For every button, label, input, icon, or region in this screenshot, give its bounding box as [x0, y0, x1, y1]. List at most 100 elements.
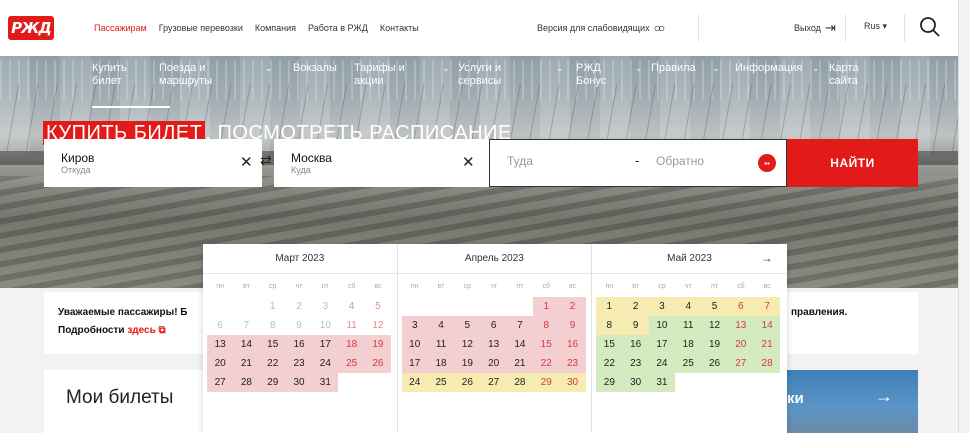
main-nav-tariffs[interactable]: Тарифы и акции ⌄ — [354, 62, 458, 88]
main-nav-bonus[interactable]: РЖД Бонус ⌄ — [576, 62, 651, 88]
calendar-day[interactable]: 13 — [480, 335, 507, 354]
calendar-day[interactable]: 20 — [207, 354, 234, 373]
main-nav-sitemap[interactable]: Карта сайта — [829, 62, 869, 88]
calendar-day[interactable]: 13 — [207, 335, 234, 354]
calendar-day[interactable]: 2 — [559, 297, 586, 316]
top-nav-company[interactable]: Компания — [255, 23, 296, 33]
calendar-day[interactable]: 10 — [401, 335, 428, 354]
to-field[interactable]: Москва Куда ✕ — [274, 139, 489, 187]
calendar-day[interactable]: 9 — [559, 316, 586, 335]
calendar-day[interactable]: 25 — [338, 354, 365, 373]
calendar-day[interactable]: 15 — [596, 335, 623, 354]
departure-date-input[interactable]: Туда — [507, 154, 533, 168]
calendar-day[interactable]: 18 — [427, 354, 455, 373]
calendar-day[interactable]: 19 — [701, 335, 728, 354]
exit-link[interactable]: Выход ⇥ — [794, 20, 836, 36]
calendar-day[interactable]: 30 — [559, 373, 586, 392]
calendar-day[interactable]: 30 — [285, 373, 313, 392]
calendar-day[interactable]: 12 — [701, 316, 728, 335]
from-field[interactable]: Киров Откуда ✕ — [44, 139, 262, 187]
calendar-day[interactable]: 14 — [506, 335, 534, 354]
calendar-day[interactable]: 28 — [233, 373, 260, 392]
calendar-day[interactable]: 26 — [364, 354, 392, 373]
main-nav-stations[interactable]: Вокзалы — [293, 62, 354, 88]
promo-card[interactable]: ки → — [787, 370, 918, 433]
calendar-day[interactable]: 7 — [753, 297, 781, 316]
calendar-day[interactable]: 18 — [338, 335, 365, 354]
calendar-day[interactable]: 30 — [622, 373, 649, 392]
calendar-day[interactable]: 22 — [533, 354, 560, 373]
calendar-day[interactable]: 26 — [701, 354, 728, 373]
calendar-day[interactable]: 20 — [727, 335, 754, 354]
main-nav-info[interactable]: Информация ⌄ — [735, 62, 829, 88]
rzd-logo[interactable]: РЖД — [8, 16, 54, 40]
calendar-day[interactable]: 25 — [427, 373, 455, 392]
calendar-day[interactable]: 15 — [259, 335, 286, 354]
find-button[interactable]: НАЙТИ — [787, 139, 918, 187]
my-tickets-card[interactable]: Мои билеты — [44, 370, 204, 433]
calendar-day[interactable]: 21 — [233, 354, 260, 373]
top-nav-cargo[interactable]: Грузовые перевозки — [159, 23, 243, 33]
calendar-day[interactable]: 3 — [648, 297, 676, 316]
language-select[interactable]: Rus ▾ — [864, 21, 887, 32]
scrollbar-strip[interactable] — [958, 0, 970, 433]
dates-field[interactable]: Туда - Обратно ▪▪ — [489, 139, 787, 187]
calendar-day[interactable]: 17 — [648, 335, 676, 354]
calendar-day[interactable]: 1 — [596, 297, 623, 316]
calendar-day[interactable]: 20 — [480, 354, 507, 373]
main-nav-buy-ticket[interactable]: Купить билет — [80, 62, 159, 88]
calendar-day[interactable]: 16 — [622, 335, 649, 354]
calendar-day[interactable]: 31 — [648, 373, 676, 392]
next-month-icon[interactable]: → — [761, 251, 773, 265]
calendar-day[interactable]: 28 — [506, 373, 534, 392]
calendar-day[interactable]: 19 — [454, 354, 481, 373]
top-nav-passengers[interactable]: Пассажирам — [94, 23, 147, 33]
calendar-day[interactable]: 24 — [648, 354, 676, 373]
calendar-day[interactable]: 24 — [401, 373, 428, 392]
clear-from-icon[interactable]: ✕ — [240, 153, 253, 171]
calendar-day[interactable]: 10 — [648, 316, 676, 335]
main-nav-rules[interactable]: Правила ⌄ — [651, 62, 735, 88]
calendar-day[interactable]: 8 — [596, 316, 623, 335]
calendar-day[interactable]: 23 — [285, 354, 313, 373]
search-icon[interactable] — [919, 16, 941, 38]
calendar-day[interactable]: 6 — [727, 297, 754, 316]
calendar-day[interactable]: 19 — [364, 335, 392, 354]
calendar-day[interactable]: 2 — [622, 297, 649, 316]
calendar-day[interactable]: 25 — [675, 354, 702, 373]
calendar-day[interactable]: 14 — [753, 316, 781, 335]
calendar-day[interactable]: 9 — [622, 316, 649, 335]
calendar-day[interactable]: 23 — [622, 354, 649, 373]
calendar-day[interactable]: 16 — [559, 335, 586, 354]
calendar-day[interactable]: 5 — [701, 297, 728, 316]
main-nav-trains[interactable]: Поезда и маршруты ⌄ — [159, 62, 293, 88]
calendar-day[interactable]: 4 — [675, 297, 702, 316]
calendar-day[interactable]: 6 — [480, 316, 507, 335]
accessibility-link[interactable]: Версия для слабовидящих ○○ — [537, 21, 665, 35]
calendar-day[interactable]: 7 — [506, 316, 534, 335]
calendar-day[interactable]: 14 — [233, 335, 260, 354]
calendar-day[interactable]: 29 — [533, 373, 560, 392]
calendar-day[interactable]: 15 — [533, 335, 560, 354]
calendar-day[interactable]: 1 — [533, 297, 560, 316]
calendar-day[interactable]: 22 — [259, 354, 286, 373]
calendar-day[interactable]: 27 — [207, 373, 234, 392]
calendar-day[interactable]: 3 — [401, 316, 428, 335]
calendar-day[interactable]: 29 — [259, 373, 286, 392]
calendar-day[interactable]: 21 — [506, 354, 534, 373]
calendar-day[interactable]: 11 — [675, 316, 702, 335]
calendar-icon[interactable]: ▪▪ — [758, 154, 776, 172]
main-nav-services[interactable]: Услуги и сервисы ⌄ — [458, 62, 576, 88]
calendar-day[interactable]: 22 — [596, 354, 623, 373]
calendar-day[interactable]: 27 — [480, 373, 507, 392]
calendar-day[interactable]: 12 — [454, 335, 481, 354]
calendar-day[interactable]: 4 — [427, 316, 455, 335]
calendar-day[interactable]: 24 — [312, 354, 339, 373]
calendar-day[interactable]: 8 — [533, 316, 560, 335]
calendar-day[interactable]: 5 — [454, 316, 481, 335]
calendar-day[interactable]: 18 — [675, 335, 702, 354]
calendar-day[interactable]: 16 — [285, 335, 313, 354]
top-nav-contacts[interactable]: Контакты — [380, 23, 419, 33]
calendar-day[interactable]: 26 — [454, 373, 481, 392]
calendar-day[interactable]: 29 — [596, 373, 623, 392]
